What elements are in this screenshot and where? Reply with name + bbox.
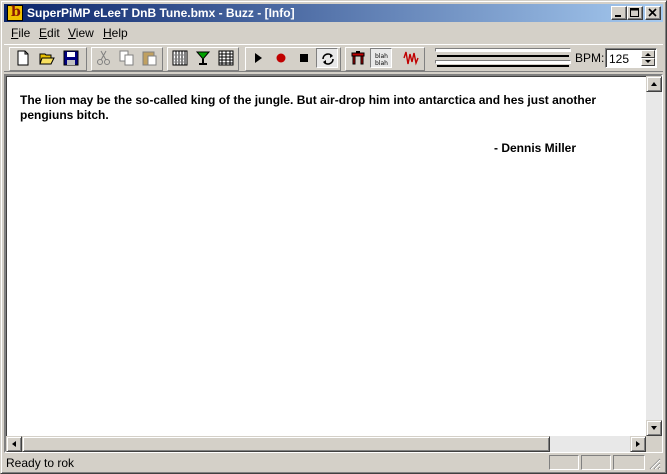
info-attribution-text[interactable]: - Dennis Miller	[494, 141, 576, 155]
menu-bar: File Edit View Help	[4, 24, 663, 42]
scrollbar-corner	[646, 436, 662, 452]
info-document-view[interactable]: The lion may be the so-called king of th…	[4, 74, 663, 453]
scroll-down-button[interactable]	[646, 420, 662, 436]
buzz-main-window: b SuperPiMP eLeeT DnB Tune.bmx - Buzz - …	[0, 0, 667, 474]
pattern-editor-button[interactable]	[169, 48, 191, 68]
arrow-right-icon	[636, 441, 640, 447]
svg-text:blah: blah	[375, 53, 388, 60]
copy-button[interactable]	[116, 48, 138, 68]
menu-edit[interactable]: Edit	[39, 26, 60, 40]
save-button[interactable]	[60, 48, 82, 68]
toolbar: blah blah	[4, 44, 663, 72]
arrow-down-icon	[645, 60, 651, 63]
wave-table-icon	[403, 51, 419, 66]
volume-slider-track[interactable]	[435, 48, 571, 52]
menu-help[interactable]: Help	[103, 26, 128, 40]
horizontal-scrollbar[interactable]	[6, 436, 646, 452]
record-icon	[276, 53, 286, 63]
buzz-app-icon[interactable]: b	[7, 4, 23, 21]
info-icon: blahblah	[375, 53, 388, 67]
sequence-editor-icon	[218, 50, 234, 66]
minimize-icon	[615, 15, 621, 17]
machines-icon	[195, 51, 211, 65]
scroll-up-button[interactable]	[646, 76, 662, 92]
open-button[interactable]	[36, 48, 58, 68]
wave-table-button[interactable]	[400, 48, 422, 68]
cut-icon	[97, 50, 110, 65]
play-button[interactable]	[247, 48, 269, 68]
stop-icon	[300, 54, 308, 62]
sequence-editor-button[interactable]	[215, 48, 237, 68]
menu-file[interactable]: File	[11, 26, 30, 40]
play-icon	[255, 53, 262, 63]
title-bar[interactable]: b SuperPiMP eLeeT DnB Tune.bmx - Buzz - …	[4, 4, 663, 22]
scroll-left-button[interactable]	[6, 436, 22, 452]
arrow-up-icon	[645, 53, 651, 56]
loop-icon	[322, 53, 334, 65]
position-slider-track[interactable]	[435, 60, 571, 64]
status-pane-1	[549, 455, 579, 470]
position-slider-bar[interactable]	[437, 65, 569, 67]
bpm-label: BPM:	[575, 51, 605, 65]
close-icon	[648, 8, 657, 17]
loop-button[interactable]	[316, 48, 338, 68]
arrow-left-icon	[12, 441, 16, 447]
info-quote-text[interactable]: The lion may be the so-called king of th…	[20, 93, 620, 123]
machines-button[interactable]	[192, 48, 214, 68]
bpm-value[interactable]: 125	[609, 52, 629, 66]
bpm-increase-button[interactable]	[641, 50, 655, 58]
new-icon	[17, 50, 29, 66]
stop-button[interactable]	[293, 48, 315, 68]
paste-button[interactable]	[139, 48, 161, 68]
status-bar: Ready to rok	[4, 454, 663, 471]
status-text: Ready to rok	[6, 456, 75, 470]
close-button[interactable]	[645, 6, 661, 20]
size-grip-icon[interactable]	[649, 458, 661, 470]
menu-view[interactable]: View	[68, 26, 94, 40]
volume-slider-bar[interactable]	[437, 55, 569, 57]
open-icon	[39, 53, 55, 65]
status-pane-2	[581, 455, 611, 470]
status-pane-3	[613, 455, 645, 470]
copy-icon	[119, 50, 134, 66]
svg-text:blah: blah	[375, 60, 388, 67]
maximize-button[interactable]	[627, 6, 643, 20]
arrow-up-icon	[651, 82, 657, 86]
minimize-button[interactable]	[611, 6, 627, 20]
record-button[interactable]	[270, 48, 292, 68]
vertical-scrollbar[interactable]	[646, 76, 662, 436]
window-title: SuperPiMP eLeeT DnB Tune.bmx - Buzz - [I…	[27, 6, 295, 20]
horizontal-scroll-thumb[interactable]	[22, 436, 550, 452]
bpm-decrease-button[interactable]	[641, 58, 655, 66]
info-button[interactable]: blah blah	[370, 48, 392, 68]
machine-parameters-icon	[351, 51, 365, 65]
new-button[interactable]	[12, 48, 34, 68]
bpm-spinbox[interactable]: 125	[605, 48, 657, 68]
pattern-editor-icon	[172, 50, 188, 66]
arrow-down-icon	[651, 426, 657, 430]
scroll-right-button[interactable]	[630, 436, 646, 452]
save-icon	[63, 50, 79, 66]
machine-parameters-button[interactable]	[347, 48, 369, 68]
paste-icon	[142, 51, 157, 66]
cut-button[interactable]	[93, 48, 115, 68]
maximize-icon	[630, 8, 639, 17]
